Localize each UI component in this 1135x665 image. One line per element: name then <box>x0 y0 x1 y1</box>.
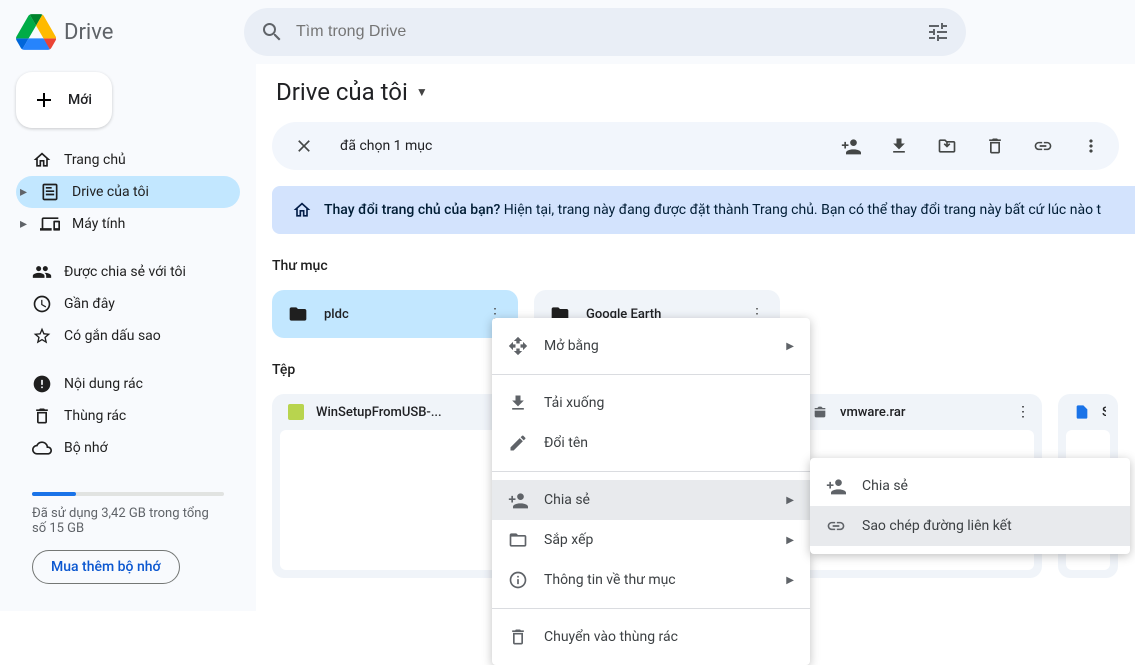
sidebar: Mới Trang chủ ▸ Drive của tôi ▸ Máy tính… <box>0 64 256 611</box>
location-breadcrumb[interactable]: Drive của tôi ▼ <box>272 78 1135 106</box>
clock-icon <box>32 294 52 314</box>
ctx-share[interactable]: Chia sẻ ▶ <box>492 480 810 520</box>
home-icon <box>32 150 52 170</box>
app-title: Drive <box>64 20 113 45</box>
new-button[interactable]: Mới <box>16 72 112 128</box>
nav-shared[interactable]: Được chia sẻ với tôi <box>16 256 240 288</box>
logo-wrap[interactable]: Drive <box>16 12 236 52</box>
info-icon <box>508 570 528 590</box>
clear-selection-button[interactable] <box>284 126 324 166</box>
ctx-open-with[interactable]: Mở bằng ▶ <box>492 326 810 366</box>
delete-button[interactable] <box>975 126 1015 166</box>
caret-down-icon: ▼ <box>416 85 428 99</box>
search-input[interactable] <box>296 23 914 41</box>
nav-home[interactable]: Trang chủ <box>16 144 240 176</box>
trash-icon <box>508 627 528 647</box>
drive-logo-icon <box>16 12 56 52</box>
more-button[interactable] <box>1071 126 1111 166</box>
context-menu: Mở bằng ▶ Tải xuống Đổi tên Chia sẻ ▶ Sắ… <box>492 318 810 665</box>
new-button-label: Mới <box>68 92 92 108</box>
file-card-winsetup[interactable]: WinSetupFromUSB-... <box>272 394 518 578</box>
link-icon <box>826 516 846 536</box>
storage-block: Đã sử dụng 3,42 GB trong tổng số 15 GB M… <box>16 480 240 588</box>
chevron-right-icon: ▶ <box>786 495 794 506</box>
share-button[interactable] <box>831 126 871 166</box>
archive-icon <box>812 404 828 420</box>
storage-bar <box>32 492 224 496</box>
home-icon <box>292 200 312 220</box>
info-banner: Thay đổi trang chủ của bạn? Hiện tại, tr… <box>272 186 1135 234</box>
move-button[interactable] <box>927 126 967 166</box>
zip-icon <box>288 404 304 420</box>
selection-toolbar: đã chọn 1 mục <box>272 122 1119 170</box>
nav-my-drive[interactable]: ▸ Drive của tôi <box>16 176 240 208</box>
storage-text: Đã sử dụng 3,42 GB trong tổng số 15 GB <box>32 506 224 536</box>
computers-icon <box>40 214 60 234</box>
ctx-organize[interactable]: Sắp xếp ▶ <box>492 520 810 560</box>
folder-card-pldc[interactable]: pldc ⋮ <box>272 290 518 338</box>
download-button[interactable] <box>879 126 919 166</box>
folder-icon <box>288 304 308 324</box>
trash-icon <box>32 406 52 426</box>
file-preview <box>280 430 510 570</box>
edit-icon <box>508 433 528 453</box>
share-icon <box>826 476 846 496</box>
context-submenu-share: Chia sẻ Sao chép đường liên kết <box>810 458 1130 554</box>
nav-starred[interactable]: Có gắn dấu sao <box>16 320 240 352</box>
file-more-button[interactable]: ⋮ <box>1016 404 1030 420</box>
buy-storage-button[interactable]: Mua thêm bộ nhớ <box>32 550 180 584</box>
chevron-right-icon: ▶ <box>786 535 794 546</box>
drive-icon <box>40 182 60 202</box>
nav-spam[interactable]: Nội dung rác <box>16 368 240 400</box>
search-icon <box>260 20 284 44</box>
chevron-right-icon: ▶ <box>786 341 794 352</box>
ctx-download[interactable]: Tải xuống <box>492 383 810 423</box>
ctx-rename[interactable]: Đổi tên <box>492 423 810 463</box>
people-icon <box>32 262 52 282</box>
cloud-icon <box>32 438 52 458</box>
ctx-sub-share[interactable]: Chia sẻ <box>810 466 1130 506</box>
star-icon <box>32 326 52 346</box>
open-icon <box>508 336 528 356</box>
tune-icon[interactable] <box>926 20 950 44</box>
folder-open-icon <box>508 530 528 550</box>
nav-recent[interactable]: Gần đây <box>16 288 240 320</box>
header: Drive <box>0 0 1135 64</box>
spam-icon <box>32 374 52 394</box>
folders-heading: Thư mục <box>272 258 1135 274</box>
share-icon <box>508 490 528 510</box>
search-bar[interactable] <box>244 8 966 56</box>
ctx-sub-copylink[interactable]: Sao chép đường liên kết <box>810 506 1130 546</box>
ctx-trash[interactable]: Chuyển vào thùng rác <box>492 617 810 657</box>
chevron-right-icon: ▸ <box>20 216 32 232</box>
doc-icon <box>1074 404 1090 420</box>
link-button[interactable] <box>1023 126 1063 166</box>
chevron-right-icon: ▸ <box>20 184 32 200</box>
selection-text: đã chọn 1 mục <box>340 138 432 154</box>
nav-storage[interactable]: Bộ nhớ <box>16 432 240 464</box>
download-icon <box>508 393 528 413</box>
ctx-info[interactable]: Thông tin về thư mục ▶ <box>492 560 810 600</box>
nav-computers[interactable]: ▸ Máy tính <box>16 208 240 240</box>
nav-trash[interactable]: Thùng rác <box>16 400 240 432</box>
chevron-right-icon: ▶ <box>786 575 794 586</box>
plus-icon <box>32 88 56 112</box>
